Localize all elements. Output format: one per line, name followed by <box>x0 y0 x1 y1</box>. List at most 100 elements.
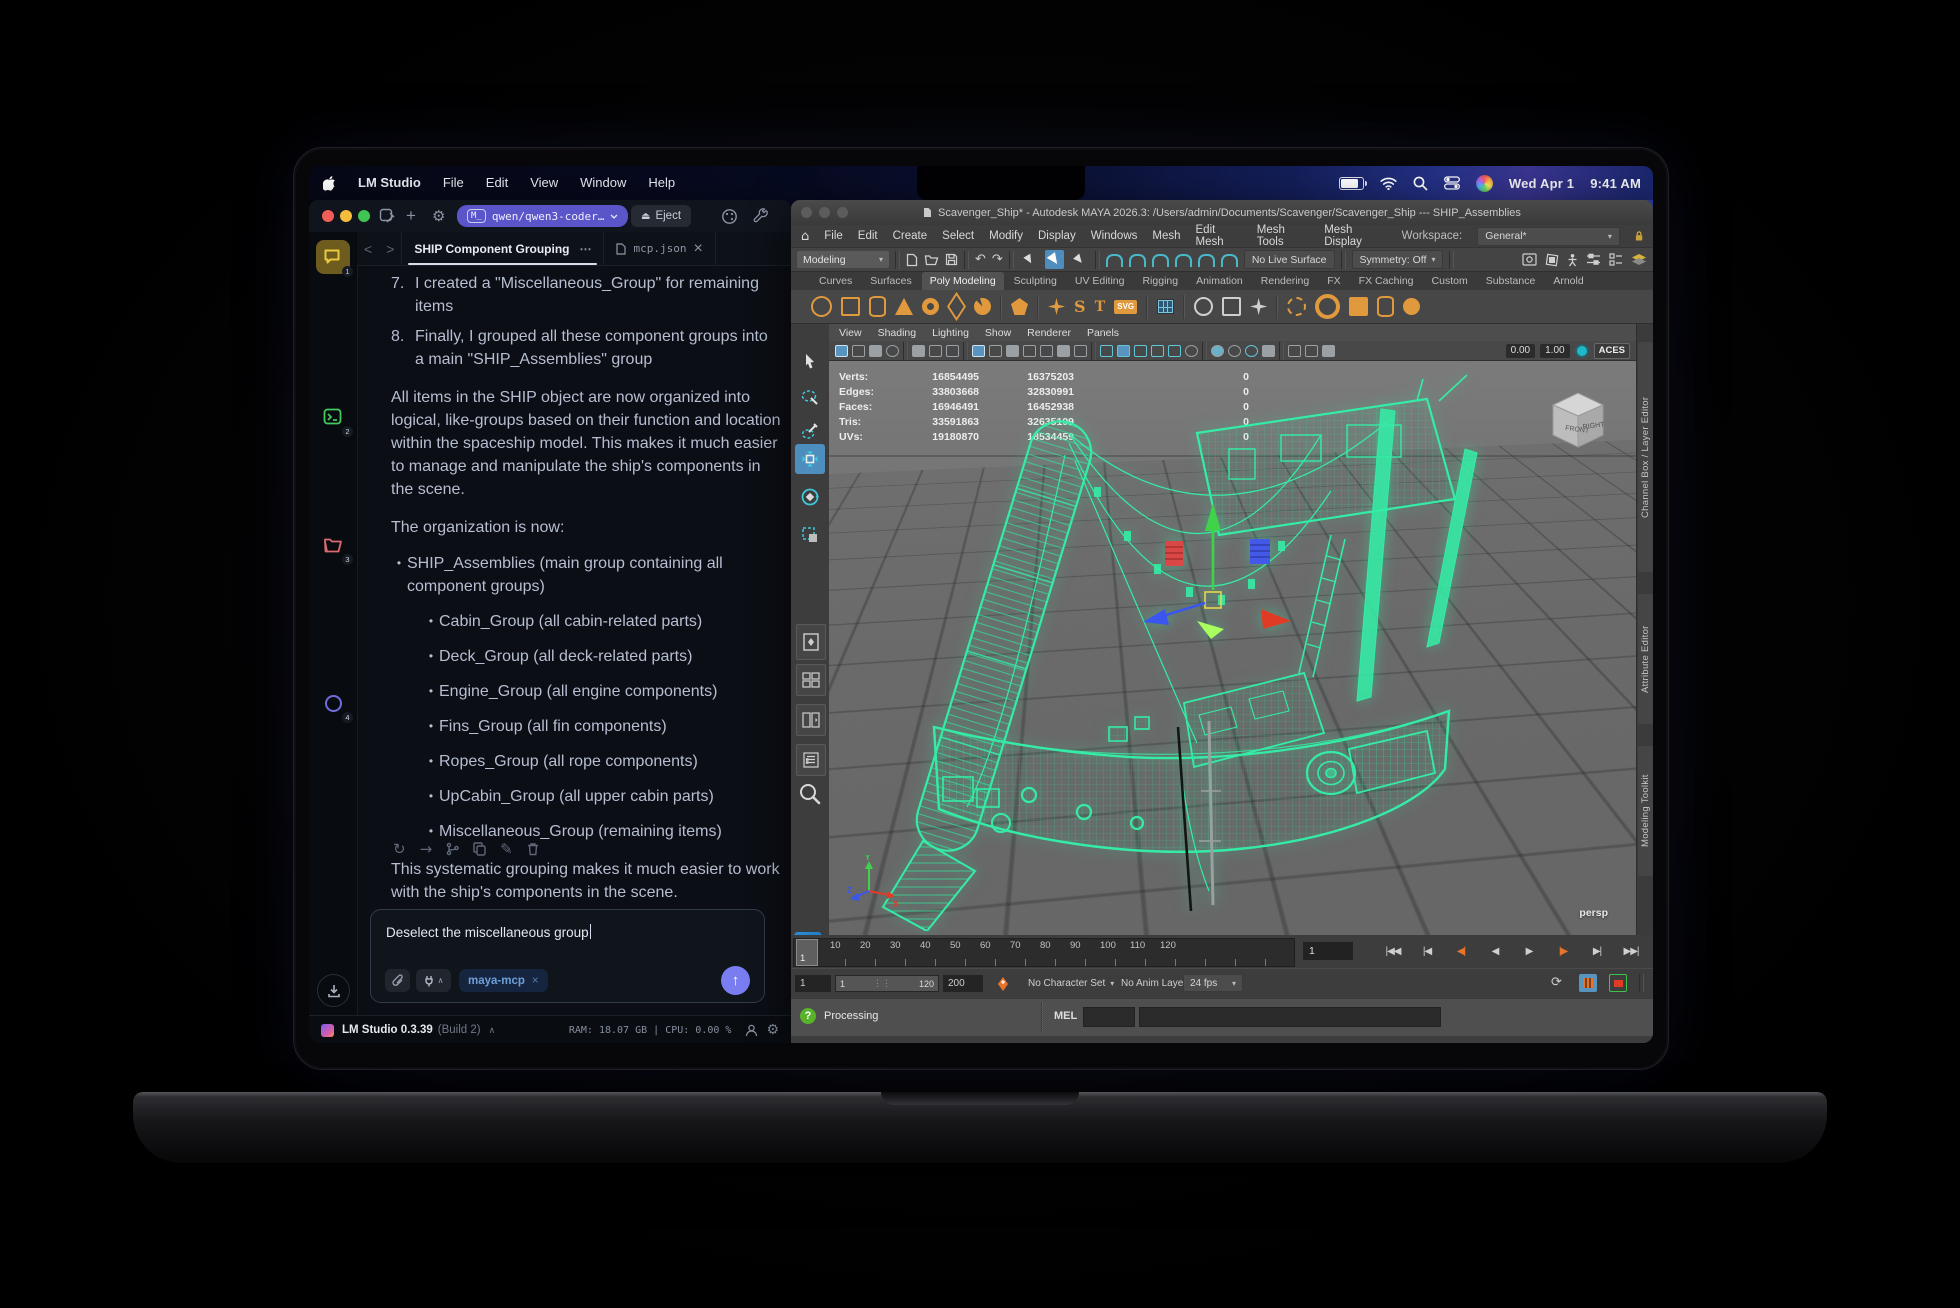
mel-label[interactable]: MEL <box>1054 1010 1077 1022</box>
step-forward-key-button[interactable]: |▶ <box>1549 940 1577 962</box>
paint-select-tool[interactable] <box>795 416 825 446</box>
tab-modeling-toolkit[interactable]: Modeling Toolkit <box>1638 746 1653 876</box>
sidebar-item-my-models[interactable]: 3 <box>316 528 350 562</box>
layout-single-pane-button[interactable] <box>796 624 826 660</box>
new-tab-plus-button[interactable]: + <box>406 206 416 226</box>
go-to-start-button[interactable]: |◀◀ <box>1379 940 1407 962</box>
snap-projected-center-icon[interactable] <box>1175 254 1192 267</box>
maximize-window-button[interactable] <box>358 210 370 222</box>
shelf-tab-poly-modeling[interactable]: Poly Modeling <box>922 272 1004 290</box>
step-back-frame-button[interactable]: |◀ <box>1413 940 1441 962</box>
theme-palette-icon[interactable] <box>721 208 738 225</box>
poly-disc-icon[interactable] <box>974 298 991 315</box>
wireframe-mode-icon[interactable] <box>1100 345 1113 357</box>
panel-menu-view[interactable]: View <box>839 327 862 339</box>
workspace-dropdown[interactable]: General* <box>1477 227 1620 246</box>
lock-camera-icon[interactable] <box>852 345 865 357</box>
maya-menu-edit[interactable]: Edit <box>858 230 878 242</box>
ship-wireframe-model[interactable] <box>879 371 1599 931</box>
mel-command-field[interactable] <box>1083 1007 1135 1027</box>
construction-aid-icon[interactable] <box>1194 297 1213 316</box>
maya-menu-mesh[interactable]: Mesh <box>1152 230 1180 242</box>
nav-forward-button[interactable]: > <box>379 241 401 257</box>
default-material-icon[interactable] <box>1168 345 1181 357</box>
shelf-tab-fx-caching[interactable]: FX Caching <box>1351 272 1422 290</box>
grid-toggle-icon[interactable] <box>972 345 985 357</box>
character-icon[interactable] <box>1567 253 1578 267</box>
current-frame-field[interactable]: 1 <box>1303 942 1353 960</box>
copy-icon[interactable] <box>473 842 486 856</box>
lighting-toggle-icon[interactable] <box>1185 345 1198 357</box>
maya-menu-modify[interactable]: Modify <box>989 230 1023 242</box>
downloads-button[interactable] <box>317 974 350 1007</box>
poly-type-icon[interactable]: T <box>1095 298 1106 315</box>
minimize-window-button[interactable] <box>340 210 352 222</box>
save-scene-icon[interactable] <box>945 253 958 266</box>
make-live-icon[interactable] <box>1221 254 1238 267</box>
playback-loop-icon[interactable]: ⟳ <box>1551 975 1562 990</box>
attach-file-button[interactable] <box>385 969 410 992</box>
shelf-tab-animation[interactable]: Animation <box>1188 272 1251 290</box>
sidebar-item-developer[interactable]: 2 <box>316 400 350 434</box>
poly-cylinder-icon[interactable] <box>869 296 886 317</box>
snap-point-icon[interactable] <box>1152 254 1169 267</box>
wireframe-on-shaded-icon[interactable] <box>1151 345 1164 357</box>
maya-menu-file[interactable]: File <box>824 230 843 242</box>
send-message-button[interactable]: ↑ <box>721 966 750 995</box>
snap-grid-icon[interactable] <box>1106 254 1123 267</box>
time-slider[interactable]: 0 10 20 30 40 50 60 70 80 90 100 110 120 <box>791 935 1653 968</box>
poly-count-icon[interactable] <box>1157 299 1174 314</box>
anti-aliasing-icon[interactable] <box>1262 345 1275 357</box>
timer-tool-icon[interactable] <box>1222 297 1241 316</box>
poly-helix-icon[interactable]: S <box>1074 298 1086 315</box>
fps-dropdown[interactable]: 24 fps <box>1183 974 1243 992</box>
svg-tool-icon[interactable]: SVG <box>1114 300 1137 314</box>
shelf-tab-uv-editing[interactable]: UV Editing <box>1067 272 1133 290</box>
sweep-mesh-icon[interactable] <box>1048 298 1065 315</box>
chevron-up-icon[interactable]: ∧ <box>489 1025 496 1036</box>
settings-gear-icon[interactable]: ⚙ <box>432 206 445 226</box>
zoom-magnifier-icon[interactable] <box>798 782 822 811</box>
apple-logo-icon[interactable] <box>323 176 336 191</box>
redo-icon[interactable]: ↷ <box>992 252 1003 267</box>
poly-plane-icon[interactable] <box>947 292 966 321</box>
shelf-tab-surfaces[interactable]: Surfaces <box>862 272 919 290</box>
tab-attribute-editor[interactable]: Attribute Editor <box>1638 594 1653 724</box>
eject-model-button[interactable]: ⏏ Eject <box>631 205 691 227</box>
resolution-gate-icon[interactable] <box>1006 345 1019 357</box>
help-icon[interactable]: ? <box>800 1008 816 1024</box>
chip-close-icon[interactable]: × <box>532 975 539 987</box>
select-tool[interactable] <box>795 346 825 376</box>
regenerate-icon[interactable]: ↻ <box>393 840 406 858</box>
model-selector-pill[interactable]: M_ qwen/qwen3-coder… <box>457 205 628 227</box>
poly-sphere-icon[interactable] <box>811 296 832 317</box>
select-hierarchy-icon[interactable] <box>1020 250 1039 269</box>
gamma-field[interactable]: 1.00 <box>1540 344 1569 358</box>
new-scene-icon[interactable] <box>906 253 918 267</box>
battery-icon[interactable] <box>1339 177 1364 190</box>
shelf-tab-substance[interactable]: Substance <box>1478 272 1544 290</box>
shelf-tab-fx[interactable]: FX <box>1319 272 1348 290</box>
menubar-app-icon[interactable] <box>1476 175 1493 192</box>
move-tool[interactable] <box>795 444 825 474</box>
menubar-clock-time[interactable]: 9:41 AM <box>1590 176 1641 191</box>
menu-set-dropdown[interactable]: Modeling <box>797 251 889 268</box>
shelf-tab-sculpting[interactable]: Sculpting <box>1006 272 1065 290</box>
sidebar-item-discover[interactable]: 4 <box>316 686 350 720</box>
step-back-key-button[interactable]: ◀| <box>1447 940 1475 962</box>
perspective-view[interactable]: Verts:16854495163752030 Edges:3380366832… <box>829 361 1636 935</box>
menubar-item-edit[interactable]: Edit <box>486 166 508 200</box>
nav-back-button[interactable]: < <box>357 241 379 257</box>
menubar-item-view[interactable]: View <box>530 166 558 200</box>
auto-key-toggle-icon[interactable] <box>1609 974 1627 992</box>
settings-gear-icon[interactable]: ⚙ <box>766 1022 779 1038</box>
scale-tool[interactable] <box>795 520 825 550</box>
sculpt-icon[interactable] <box>1315 294 1340 319</box>
field-chart-icon[interactable] <box>1040 345 1053 357</box>
xray-icon[interactable] <box>1305 345 1318 357</box>
platonic-solid-icon[interactable] <box>1011 298 1028 315</box>
symmetry-dropdown[interactable]: Symmetry: Off <box>1352 250 1444 269</box>
chat-input-card[interactable]: Deselect the miscellaneous group ∧ maya-… <box>370 909 765 1003</box>
menubar-item-help[interactable]: Help <box>648 166 675 200</box>
maya-menu-mesh-display[interactable]: Mesh Display <box>1324 224 1386 248</box>
